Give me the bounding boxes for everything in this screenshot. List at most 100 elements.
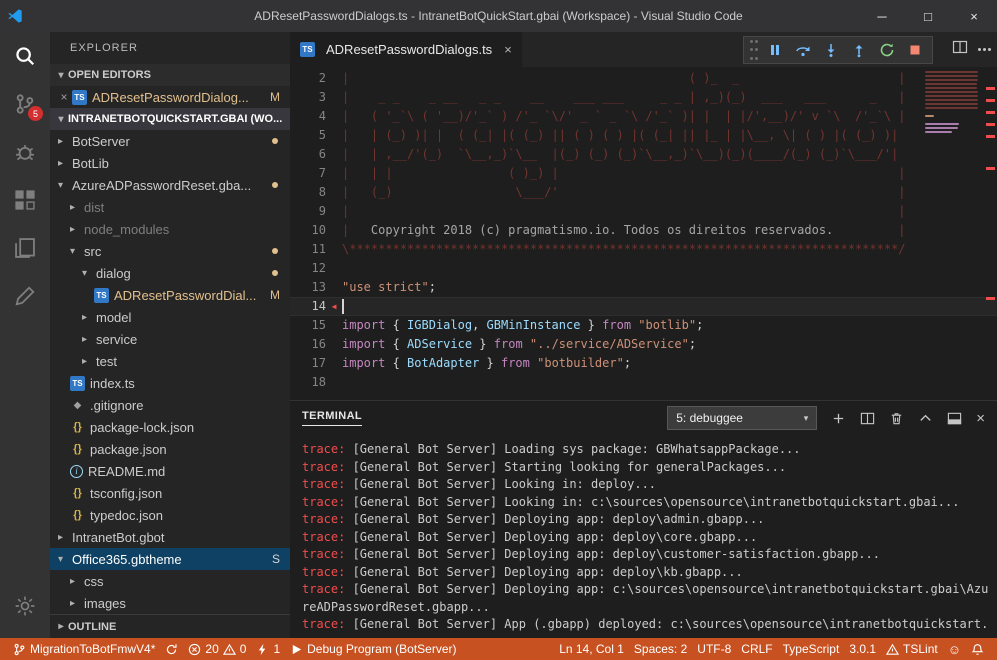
panel-position-icon[interactable] [947, 411, 962, 426]
cursor-position[interactable]: Ln 14, Col 1 [554, 642, 629, 656]
step-out-icon[interactable] [846, 38, 872, 62]
code-line-5[interactable]: 5| | (_) )| | ( (_| |( (_) || ( ) ( ) |(… [290, 126, 997, 145]
maximize-panel-icon[interactable] [918, 411, 933, 426]
gutter [326, 69, 342, 88]
drag-handle-icon[interactable] [748, 38, 760, 62]
workspace-header[interactable]: ▾ INTRANETBOTQUICKSTART.GBAI (WO... [50, 108, 290, 130]
code-line-6[interactable]: 6| | ,__/'(_) `\__,_)`\__ |(_) (_) (_)`\… [290, 145, 997, 164]
minimize-button[interactable]: ─ [859, 0, 905, 32]
sync-status[interactable] [160, 638, 183, 660]
feedback-smiley[interactable]: ☺ [943, 643, 966, 656]
language-mode[interactable]: TypeScript [778, 642, 845, 656]
terminal-output[interactable]: trace: [General Bot Server] Loading sys … [290, 435, 997, 638]
tree-item-adresetpassworddial[interactable]: TSADResetPasswordDial...M [50, 284, 290, 306]
smiley-icon: ☺ [948, 643, 961, 656]
indentation[interactable]: Spaces: 2 [629, 642, 692, 656]
debug-status[interactable]: Debug Program (BotServer) [285, 638, 461, 660]
code-line-17[interactable]: 17import { BotAdapter } from "botbuilder… [290, 354, 997, 373]
notifications[interactable] [966, 643, 989, 656]
files-icon[interactable] [0, 224, 50, 272]
close-icon[interactable]: × [56, 90, 72, 104]
line-number: 11 [290, 240, 326, 259]
code-line-11[interactable]: 11\*************************************… [290, 240, 997, 259]
flash-status[interactable]: 1 [251, 638, 285, 660]
close-button[interactable]: × [951, 0, 997, 32]
tree-item-office365-gbtheme[interactable]: ▾Office365.gbthemeS [50, 548, 290, 570]
step-into-icon[interactable] [818, 38, 844, 62]
tree-item-dist[interactable]: ▸dist [50, 196, 290, 218]
tree-item-tsconfig-json[interactable]: {}tsconfig.json [50, 482, 290, 504]
line-number: 9 [290, 202, 326, 221]
tab-close-icon[interactable]: × [504, 42, 512, 57]
tree-item-package-lock-json[interactable]: {}package-lock.json [50, 416, 290, 438]
code-editor[interactable]: 2| ( )_ _ |3| _ _ _ __ _ _ __ ___ ___ _ … [290, 67, 997, 400]
stop-icon[interactable] [902, 38, 928, 62]
encoding[interactable]: UTF-8 [692, 642, 736, 656]
source-control-icon[interactable]: 5 [0, 80, 50, 128]
code-line-13[interactable]: 13"use strict"; [290, 278, 997, 297]
tree-item-node-modules[interactable]: ▸node_modules [50, 218, 290, 240]
kill-terminal-icon[interactable] [889, 411, 904, 426]
git-branch-status[interactable]: MigrationToBotFmwV4* [8, 638, 160, 660]
code-line-9[interactable]: 9| | [290, 202, 997, 221]
step-over-icon[interactable] [790, 38, 816, 62]
tree-item-readme-md[interactable]: iREADME.md [50, 460, 290, 482]
more-actions-icon[interactable] [978, 48, 991, 51]
tree-item-botlib[interactable]: ▸BotLib [50, 152, 290, 174]
tree-item-test[interactable]: ▸test [50, 350, 290, 372]
tree-item-botserver[interactable]: ▸BotServer [50, 130, 290, 152]
search-icon[interactable] [0, 32, 50, 80]
tree-item-typedoc-json[interactable]: {}typedoc.json [50, 504, 290, 526]
split-terminal-icon[interactable] [860, 411, 875, 426]
tree-item-src[interactable]: ▾src [50, 240, 290, 262]
restart-icon[interactable] [874, 38, 900, 62]
tree-item-dialog[interactable]: ▾dialog [50, 262, 290, 284]
tree-item-index-ts[interactable]: TSindex.ts [50, 372, 290, 394]
tree-item-intranetbot-gbot[interactable]: ▸IntranetBot.gbot [50, 526, 290, 548]
modified-dot-icon [272, 248, 278, 254]
terminal-tab[interactable]: TERMINAL [302, 410, 362, 426]
code-line-12[interactable]: 12 [290, 259, 997, 278]
pause-icon[interactable] [762, 38, 788, 62]
tslint-status[interactable]: TSLint [881, 642, 943, 656]
code-line-18[interactable]: 18 [290, 373, 997, 392]
minimap[interactable] [925, 71, 983, 139]
code-line-8[interactable]: 8| (_) \___/' | [290, 183, 997, 202]
tree-item-model[interactable]: ▸model [50, 306, 290, 328]
close-panel-icon[interactable]: × [976, 410, 985, 427]
split-editor-icon[interactable] [952, 39, 968, 60]
code-line-15[interactable]: 15import { IGBDialog, GBMinInstance } fr… [290, 316, 997, 335]
gutter [326, 373, 342, 392]
debug-icon[interactable] [0, 128, 50, 176]
code-line-10[interactable]: 10| Copyright 2018 (c) pragmatismo.io. T… [290, 221, 997, 240]
open-editors-header[interactable]: ▾ OPEN EDITORS [50, 64, 290, 86]
code-line-3[interactable]: 3| _ _ _ __ _ _ __ ___ ___ _ _ | ,_)(_) … [290, 88, 997, 107]
open-editor-item[interactable]: ×TSADResetPasswordDialog...M [50, 86, 290, 108]
tree-item-images[interactable]: ▸images [50, 592, 290, 614]
settings-gear-icon[interactable] [0, 582, 50, 630]
eol-sequence[interactable]: CRLF [736, 642, 777, 656]
chevron-right-icon: ▸ [70, 202, 84, 213]
extensions-icon[interactable] [0, 176, 50, 224]
gutter [326, 183, 342, 202]
tree-item-azureadpasswordreset-gba[interactable]: ▾AzureADPasswordReset.gba... [50, 174, 290, 196]
ts-version[interactable]: 3.0.1 [844, 642, 881, 656]
code-line-16[interactable]: 16import { ADService } from "../service/… [290, 335, 997, 354]
new-terminal-icon[interactable] [831, 411, 846, 426]
terminal-line: trace: [General Bot Server] Looking in: … [302, 494, 993, 512]
code-line-2[interactable]: 2| ( )_ _ | [290, 69, 997, 88]
tree-item-css[interactable]: ▸css [50, 570, 290, 592]
problems-status[interactable]: 20 0 [183, 638, 251, 660]
code-line-4[interactable]: 4| ( '_`\ ( '__)/'_` ) /'_ `\/' _ ` _ `\… [290, 107, 997, 126]
edit-icon[interactable] [0, 272, 50, 320]
tree-item-gitignore[interactable]: ◆.gitignore [50, 394, 290, 416]
code-line-14[interactable]: 14◀ [290, 297, 997, 316]
outline-header[interactable]: ▸ OUTLINE [50, 614, 290, 638]
tree-item-package-json[interactable]: {}package.json [50, 438, 290, 460]
tab-adresetpassworddialogs[interactable]: TS ADResetPasswordDialogs.ts × [290, 32, 522, 67]
code-line-7[interactable]: 7| | | ( )_) | | [290, 164, 997, 183]
overview-ruler[interactable] [983, 67, 997, 400]
terminal-selector[interactable]: 5: debuggee ▾ [667, 406, 817, 430]
maximize-button[interactable]: □ [905, 0, 951, 32]
tree-item-service[interactable]: ▸service [50, 328, 290, 350]
